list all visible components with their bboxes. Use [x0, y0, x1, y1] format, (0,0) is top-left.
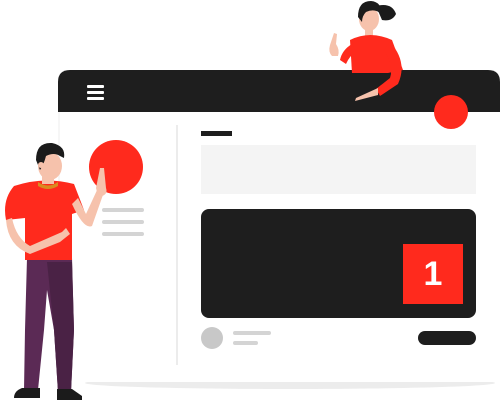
sidebar-line	[102, 232, 144, 236]
notification-dot	[434, 95, 468, 129]
sidebar-divider	[176, 125, 178, 365]
author-line	[233, 341, 258, 345]
illustration-scene: 1	[0, 0, 500, 407]
content-panel	[201, 145, 476, 194]
illustration-svg	[5, 1, 500, 400]
sidebar-line	[102, 208, 144, 212]
browser-header	[58, 70, 500, 112]
card-badge-number: 1	[423, 255, 443, 293]
sidebar-line	[102, 220, 144, 224]
hamburger-menu-icon[interactable]	[87, 85, 104, 100]
action-pill-button[interactable]	[418, 331, 476, 345]
avatar-circle-icon	[201, 327, 223, 349]
content-heading-bar	[201, 131, 232, 136]
author-line	[233, 331, 271, 335]
